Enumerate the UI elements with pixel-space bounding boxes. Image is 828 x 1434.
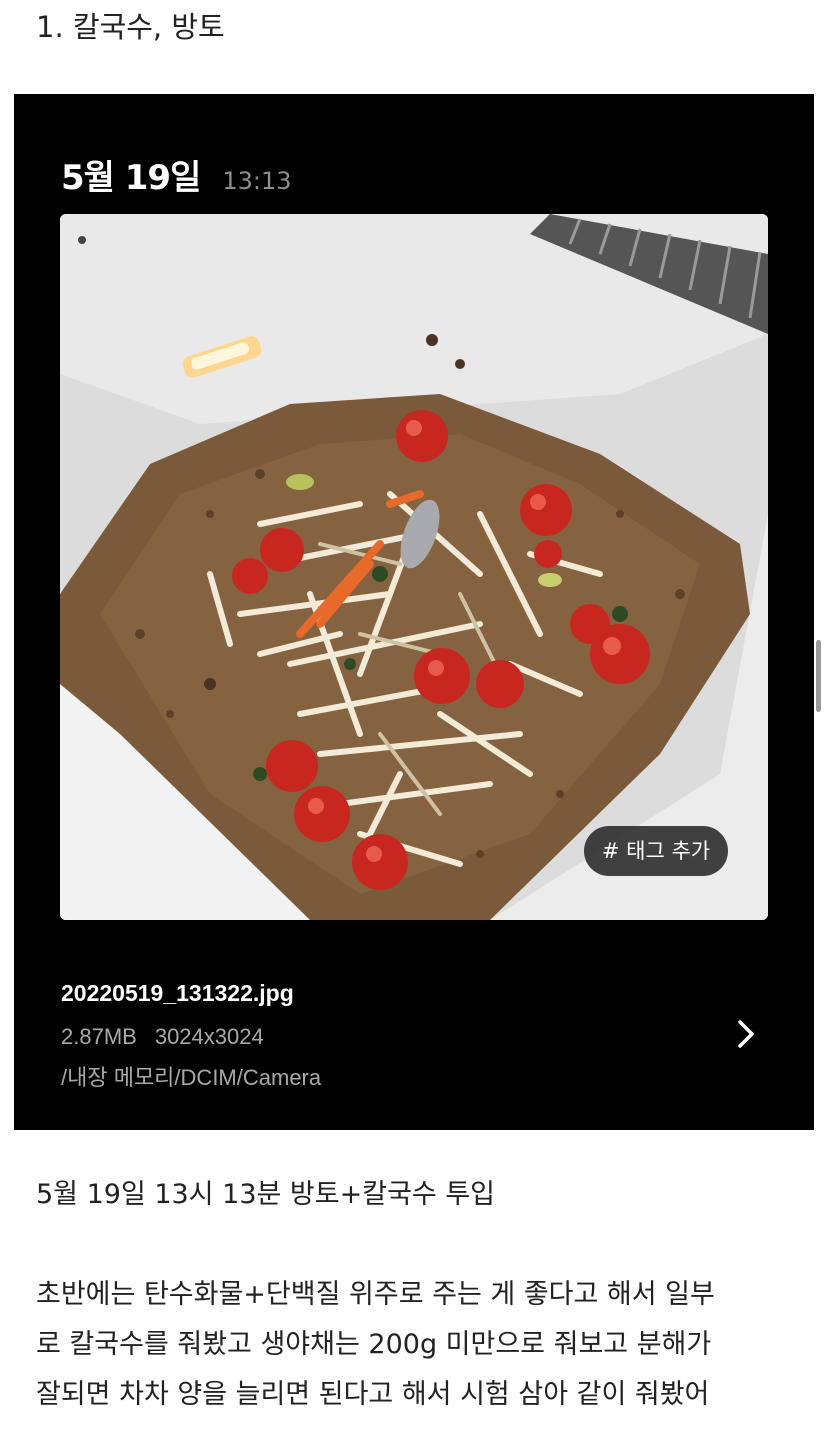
photo-time: 13:13: [222, 167, 292, 195]
file-name: 20220519_131322.jpg: [61, 980, 294, 1006]
post-heading: 1. 칼국수, 방토: [36, 10, 225, 44]
scrollbar-thumb[interactable]: [816, 640, 821, 712]
photo-date: 5월 19일: [61, 158, 201, 198]
file-meta: 2.87MB 3024x3024: [61, 1024, 264, 1050]
photo-caption: 5월 19일 13시 13분 방토+칼국수 투입: [36, 1179, 496, 1210]
photo-date-header: 5월 19일 13:13: [61, 150, 292, 199]
post-body: 초반에는 탄수화물+단백질 위주로 주는 게 좋다고 해서 일부 로 칼국수를 …: [36, 1270, 796, 1420]
gallery-detail-card: 5월 19일 13:13 # 태그 추가 20220519_131322.jpg…: [14, 94, 814, 1130]
body-line: 잘되면 차차 양을 늘리면 된다고 해서 시험 삼아 같이 줘봤어: [36, 1379, 710, 1410]
file-size: 2.87MB: [61, 1024, 137, 1049]
body-line: 초반에는 탄수화물+단백질 위주로 주는 게 좋다고 해서 일부: [36, 1279, 715, 1310]
file-path: /내장 메모리/DCIM/Camera: [61, 1065, 322, 1090]
photo-image[interactable]: # 태그 추가: [60, 214, 768, 920]
chevron-right-icon[interactable]: [732, 1018, 760, 1050]
body-line: 로 칼국수를 줘봤고 생야채는 200g 미만으로 줘보고 분해가: [36, 1329, 712, 1360]
add-tag-button[interactable]: # 태그 추가: [584, 826, 728, 876]
file-resolution: 3024x3024: [154, 1024, 264, 1049]
